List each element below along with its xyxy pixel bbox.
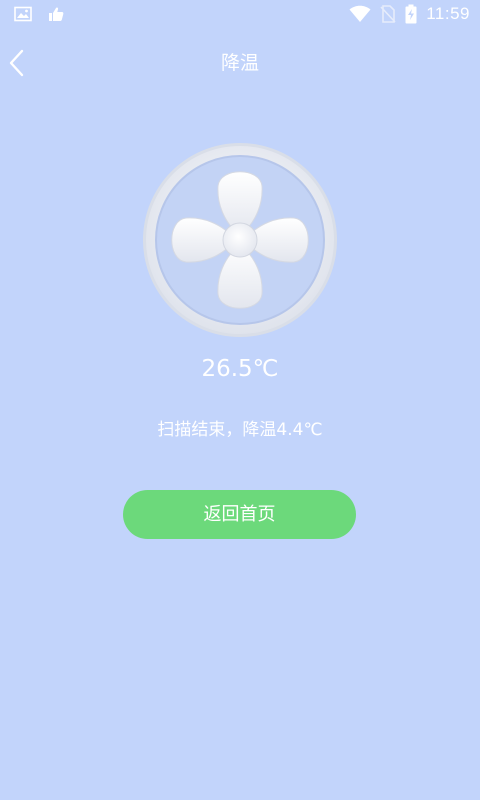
image-icon xyxy=(14,6,32,22)
battery-charging-icon xyxy=(405,4,417,24)
thumbs-up-icon xyxy=(48,6,64,22)
fan-icon xyxy=(141,141,339,339)
wifi-icon xyxy=(349,5,371,23)
status-time: 11:59 xyxy=(426,4,470,23)
cooling-result-text: 扫描结束，降温4.4℃ xyxy=(157,420,323,440)
top-bar: 降温 xyxy=(0,40,480,84)
status-bar: 11:59 xyxy=(0,0,480,32)
no-sim-icon xyxy=(380,5,396,23)
page-title: 降温 xyxy=(220,52,259,74)
return-home-button[interactable]: 返回首页 xyxy=(123,490,356,539)
temperature-readout: 26.5℃ xyxy=(201,356,279,382)
